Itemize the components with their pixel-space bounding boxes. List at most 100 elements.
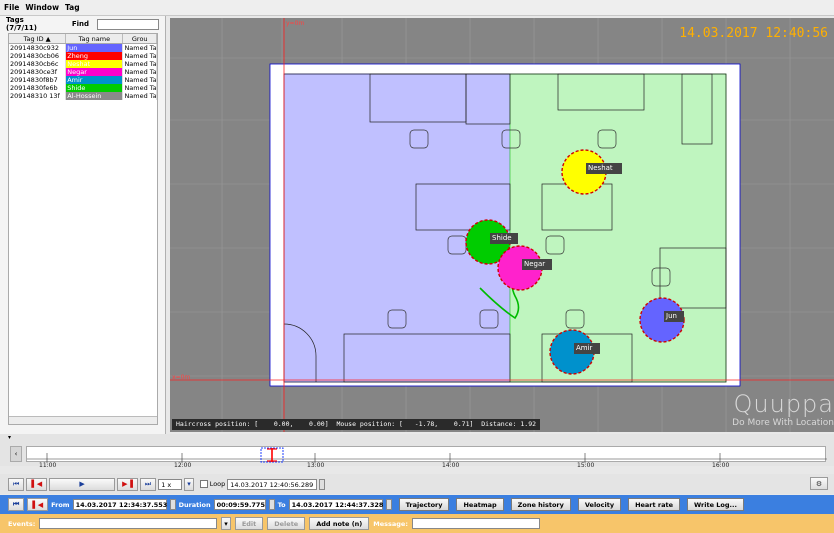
trajectory-button[interactable]: Trajectory [398, 498, 450, 511]
range-mark-button[interactable]: ▌◀ [27, 498, 49, 511]
tag-marker-jun [639, 297, 685, 343]
edit-button[interactable]: Edit [234, 517, 264, 530]
map-datetime: 14.03.2017 12:40:56 [679, 26, 828, 41]
skip-end-button[interactable]: ⏭ [139, 477, 157, 491]
from-label: From [51, 500, 70, 509]
tag-name-cell: Neshat [66, 60, 124, 68]
play-button[interactable]: ▶ [49, 477, 116, 491]
menu-tag[interactable]: Tag [65, 3, 80, 12]
menu-bar: File Window Tag [0, 0, 834, 16]
add-note-button[interactable]: Add note (n) [309, 517, 370, 530]
tag-id-cell: 20914830c932 [9, 44, 67, 52]
loop-time-spinner[interactable] [319, 478, 326, 490]
tag-group-cell: Named Ta [124, 84, 157, 92]
tag-label-amir: Amir [576, 344, 593, 352]
step-back-button[interactable]: ▌◀ [26, 477, 48, 491]
table-row[interactable]: 20914830fe6b Shide Named Ta [9, 84, 157, 92]
duration-label: Duration [178, 500, 211, 509]
timeline-label: 16:00 [712, 462, 730, 469]
timeline-label: 12:00 [174, 462, 192, 469]
from-spinner[interactable] [169, 499, 176, 510]
loop-label: Loop [209, 480, 226, 488]
tags-panel-header: Tags (7/7/11) Find [0, 16, 165, 32]
to-spinner[interactable] [385, 499, 392, 510]
loop-checkbox[interactable] [199, 480, 208, 488]
skip-end-icon: ⏭ [144, 479, 152, 488]
timeline-scroll-left-icon[interactable]: ‹ [10, 446, 22, 462]
tag-name-cell: Jun [66, 44, 124, 52]
tag-label-negar: Negar [524, 260, 546, 268]
tag-label-shide: Shide [492, 234, 512, 242]
play-icon: ▶ [79, 480, 85, 488]
table-row[interactable]: 20914830cb06 Zheng Named Ta [9, 52, 157, 60]
settings-button[interactable]: ⚙ [810, 477, 828, 490]
collapse-icon[interactable]: ▾ [8, 434, 11, 441]
tags-table-hscrollbar[interactable] [9, 416, 157, 424]
floorplan[interactable] [170, 18, 834, 432]
skip-start-button[interactable]: ⏮ [8, 477, 25, 491]
panel-splitter[interactable] [162, 18, 166, 28]
tags-panel: Tags (7/7/11) Find Tag ID ▲ Tag name Gro… [0, 16, 166, 434]
gear-icon: ⚙ [815, 479, 823, 488]
delete-button[interactable]: Delete [267, 517, 306, 530]
tags-table: Tag ID ▲ Tag name Grou 20914830c932 Jun Na… [8, 33, 158, 425]
heatmap-button[interactable]: Heatmap [456, 498, 504, 511]
table-row[interactable]: 209148310 13f Al-Hossein Named Ta [9, 92, 157, 100]
write-log-button[interactable]: Write Log... [686, 498, 744, 511]
velocity-button[interactable]: Velocity [577, 498, 622, 511]
range-bar: ⏮ ▌◀ From 14.03.2017 12:34:37.553 Durati… [0, 495, 834, 514]
zone-history-button[interactable]: Zone history [510, 498, 571, 511]
tag-group-cell: Named Ta [124, 44, 157, 52]
column-group[interactable]: Grou [123, 34, 157, 43]
map-view[interactable]: y=0m x=0m Neshat Shide Negar Jun Amir 14… [170, 18, 834, 432]
table-row[interactable]: 20914830f8b7 Amir Named Ta [9, 76, 157, 84]
skip-start-icon: ⏮ [13, 479, 20, 488]
tag-id-cell: 20914830f8b7 [9, 76, 67, 84]
message-field[interactable] [411, 518, 540, 529]
table-row[interactable]: 20914830ce3f Negar Named Ta [9, 68, 157, 76]
tag-name-cell: Negar [66, 68, 124, 76]
events-bar: Events: ▾ Edit Delete Add note (n) Messa… [0, 514, 834, 533]
timeline-labels: 11:00 12:00 13:00 14:00 15:00 16:00 [26, 462, 826, 470]
table-row[interactable]: 20914830cb6c Neshat Named Ta [9, 60, 157, 68]
events-dropdown-button[interactable]: ▾ [221, 517, 231, 530]
tag-group-cell: Named Ta [124, 68, 157, 76]
find-input[interactable] [97, 18, 159, 30]
map-status-bar: Haircross position: [ 0.00, 0.00] Mouse … [172, 419, 541, 430]
logo-tagline: Do More With Location [732, 418, 834, 428]
menu-window[interactable]: Window [25, 3, 59, 12]
y-axis-label: y=0m [286, 20, 305, 27]
speed-select[interactable]: 1 x [158, 478, 183, 490]
from-field[interactable]: 14.03.2017 12:34:37.553 [72, 499, 167, 510]
skip-start-icon: ⏮ [13, 500, 20, 508]
heart-rate-button[interactable]: Heart rate [628, 498, 680, 511]
mark-icon: ▌◀ [32, 500, 44, 509]
range-start-button[interactable]: ⏮ [8, 498, 25, 511]
tag-group-cell: Named Ta [124, 52, 157, 60]
duration-field[interactable]: 00:09:59.775 [213, 499, 266, 510]
tag-group-cell: Named Ta [124, 76, 157, 84]
speed-dropdown-button[interactable]: ▾ [184, 477, 194, 491]
tag-id-cell: 20914830cb6c [9, 60, 67, 68]
table-row[interactable]: 20914830c932 Jun Named Ta [9, 44, 157, 52]
events-select[interactable] [39, 518, 218, 529]
to-field[interactable]: 14.03.2017 12:44:37.328 [288, 499, 383, 510]
transport-bar: ⏮ ▌◀ ▶ ▶▐ ⏭ 1 x ▾ Loop 14.03.2017 12:40:… [0, 474, 834, 494]
chevron-down-icon: ▾ [224, 519, 228, 528]
timeline-label: 15:00 [577, 462, 595, 469]
zone-green [509, 73, 727, 383]
column-tag-name[interactable]: Tag name [66, 34, 124, 43]
tags-table-header: Tag ID ▲ Tag name Grou [9, 34, 157, 44]
loop-time-field[interactable]: 14.03.2017 12:40:56.289 [227, 478, 318, 490]
step-back-icon: ▌◀ [31, 480, 43, 488]
message-label: Message: [373, 519, 408, 528]
column-tag-id[interactable]: Tag ID ▲ [9, 34, 67, 43]
menu-file[interactable]: File [4, 3, 19, 12]
duration-spinner[interactable] [268, 499, 275, 510]
timeline-track[interactable] [26, 446, 827, 463]
tags-count-label: Tags (7/7/11) [6, 16, 37, 32]
events-label: Events: [8, 519, 36, 528]
step-forward-button[interactable]: ▶▐ [117, 477, 138, 491]
find-label: Find [71, 20, 89, 28]
quuppa-logo: Quuppa Do More With Location [732, 390, 834, 428]
